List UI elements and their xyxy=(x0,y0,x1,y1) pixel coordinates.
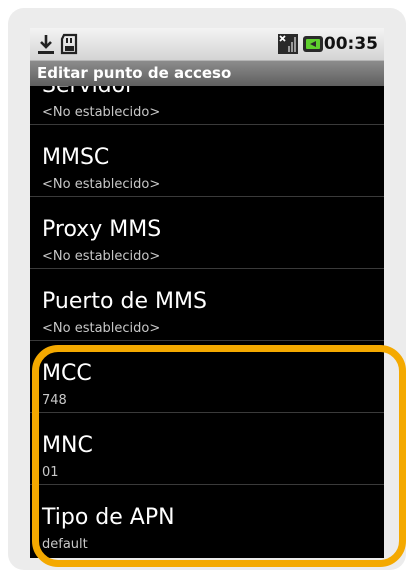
list-item-value: <No establecido> xyxy=(42,105,161,120)
list-item-mnc[interactable]: MNC 01 xyxy=(30,413,384,485)
phone-screen: 00:35 Editar punto de acceso Servidor <N… xyxy=(30,28,384,558)
list-item-value: 748 xyxy=(42,393,67,408)
settings-list: Servidor <No establecido> MMSC <No estab… xyxy=(30,86,384,558)
list-item-mmsc[interactable]: MMSC <No establecido> xyxy=(30,125,384,197)
list-item-title: MCC xyxy=(42,361,92,386)
list-item-value: <No establecido> xyxy=(42,249,161,264)
list-item-title: Servidor xyxy=(42,86,134,98)
sd-card-icon xyxy=(60,33,78,55)
list-item-servidor[interactable]: Servidor <No establecido> xyxy=(30,86,384,125)
list-item-value: 01 xyxy=(42,465,59,480)
list-item-value: <No establecido> xyxy=(42,321,161,336)
list-item-value: default xyxy=(42,537,88,552)
list-item-tipo-de-apn[interactable]: Tipo de APN default xyxy=(30,485,384,557)
list-item-title: Proxy MMS xyxy=(42,217,162,242)
download-icon xyxy=(38,35,54,54)
list-item-title: Puerto de MMS xyxy=(42,289,207,314)
list-item-puerto-de-mms[interactable]: Puerto de MMS <No establecido> xyxy=(30,269,384,341)
list-item-value: <No establecido> xyxy=(42,177,161,192)
title-bar: Editar punto de acceso xyxy=(30,60,384,86)
signal-icon xyxy=(278,34,298,54)
list-item-title: MNC xyxy=(42,433,93,458)
page-title: Editar punto de acceso xyxy=(37,64,232,82)
battery-charging-icon xyxy=(303,36,323,52)
list-item-title: Tipo de APN xyxy=(42,505,175,530)
status-bar: 00:35 xyxy=(30,28,384,60)
list-item-mcc[interactable]: MCC 748 xyxy=(30,341,384,413)
list-item-proxy-mms[interactable]: Proxy MMS <No establecido> xyxy=(30,197,384,269)
clock: 00:35 xyxy=(323,34,378,54)
list-item-title: MMSC xyxy=(42,145,110,170)
